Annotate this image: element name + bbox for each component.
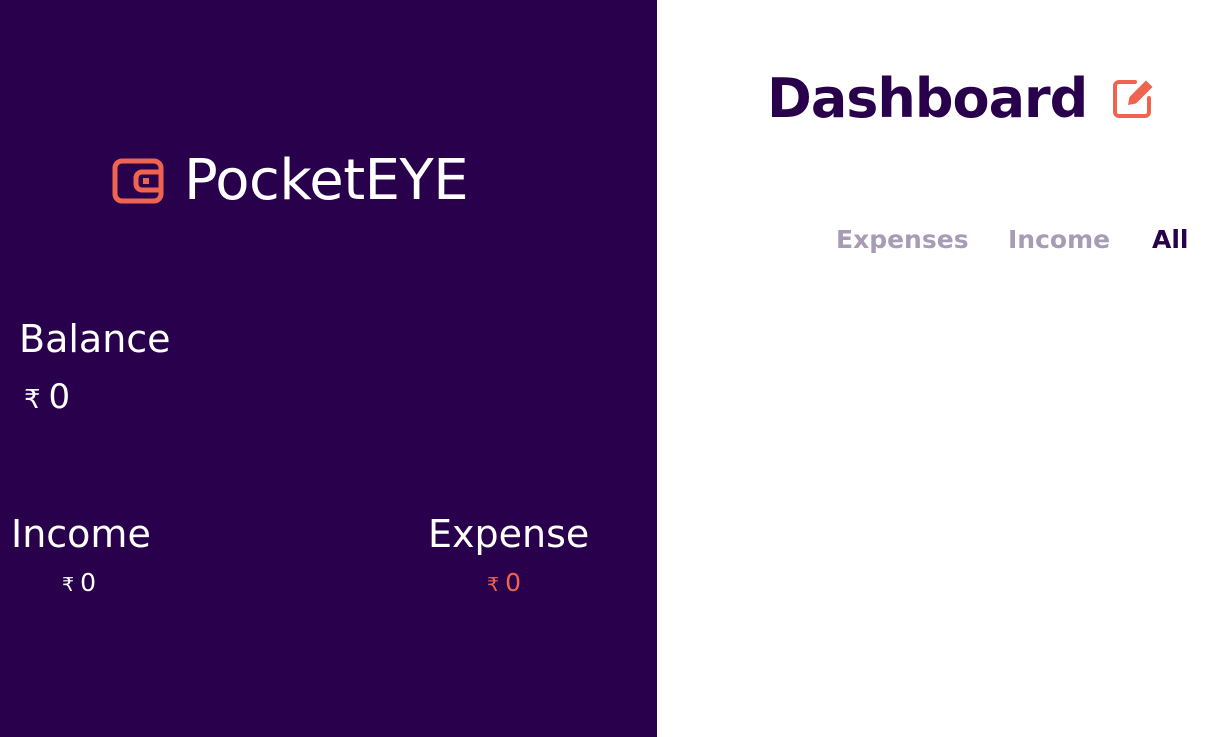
income-label: Income: [11, 512, 151, 556]
expense-value: 0: [505, 568, 521, 597]
income-value: 0: [80, 568, 96, 597]
balance-amount: ₹ 0: [24, 377, 70, 420]
transaction-tabs: Expenses Income All: [657, 224, 1232, 256]
sidebar: PocketEYE Balance ₹ 0 Income ₹ 0 Expense…: [0, 0, 657, 737]
tab-expenses[interactable]: Expenses: [836, 224, 969, 256]
brand: PocketEYE: [112, 148, 469, 213]
edit-icon[interactable]: [1109, 74, 1157, 122]
tab-income[interactable]: Income: [1008, 224, 1110, 256]
balance-label: Balance: [19, 317, 171, 361]
income-amount: ₹ 0: [62, 567, 96, 601]
main-panel: Dashboard Expenses Income All: [657, 0, 1232, 737]
page-header: Dashboard: [767, 66, 1157, 130]
wallet-icon: [112, 158, 164, 204]
page-title: Dashboard: [767, 66, 1088, 130]
rupee-symbol: ₹: [487, 574, 500, 596]
rupee-symbol: ₹: [62, 574, 75, 596]
balance-value: 0: [48, 377, 71, 417]
rupee-symbol: ₹: [24, 385, 41, 415]
expense-label: Expense: [428, 512, 590, 556]
tab-all[interactable]: All: [1152, 224, 1189, 256]
app-name: PocketEYE: [184, 148, 469, 213]
expense-amount: ₹ 0: [487, 567, 521, 601]
